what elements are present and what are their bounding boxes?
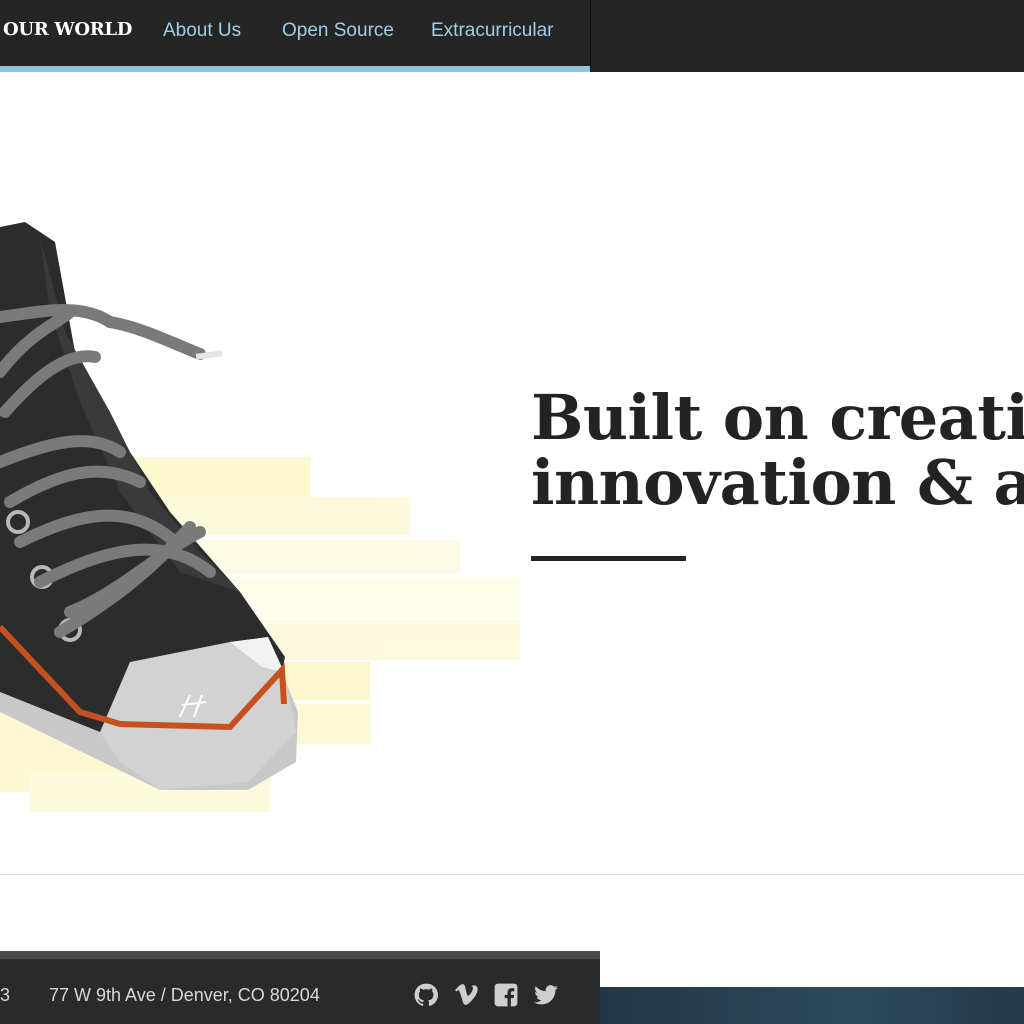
nav-link-about-us[interactable]: About Us: [163, 19, 241, 43]
hero-section: Built on creativ innovation & a: [0, 72, 1024, 874]
top-bar: OUR WORLD About Us Open Source Extracurr…: [0, 0, 1024, 72]
github-icon[interactable]: [413, 982, 439, 1008]
twitter-icon[interactable]: [533, 982, 559, 1008]
heading-rule: [531, 556, 686, 561]
main-nav: OUR WORLD About Us Open Source Extracurr…: [0, 0, 591, 72]
hero-heading-line-1: Built on creativ: [531, 381, 1024, 454]
next-section-preview: [600, 987, 1024, 1024]
vimeo-icon[interactable]: [454, 982, 480, 1008]
hero-heading: Built on creativ innovation & a: [531, 385, 1024, 515]
nav-link-extracurricular[interactable]: Extracurricular: [431, 19, 553, 43]
section-divider: [0, 874, 1024, 875]
hero-heading-line-2: innovation & a: [531, 446, 1024, 519]
footer-phone-fragment: 3: [0, 985, 11, 1005]
nav-brand[interactable]: OUR WORLD: [3, 18, 132, 42]
footer-address: 77 W 9th Ave / Denver, CO 80204: [49, 985, 320, 1005]
sneaker-illustration: [0, 222, 520, 812]
footer-top-border: [0, 951, 600, 959]
facebook-icon[interactable]: [493, 982, 519, 1008]
footer-bar: 3 77 W 9th Ave / Denver, CO 80204: [0, 951, 600, 1024]
nav-link-open-source[interactable]: Open Source: [282, 19, 394, 43]
